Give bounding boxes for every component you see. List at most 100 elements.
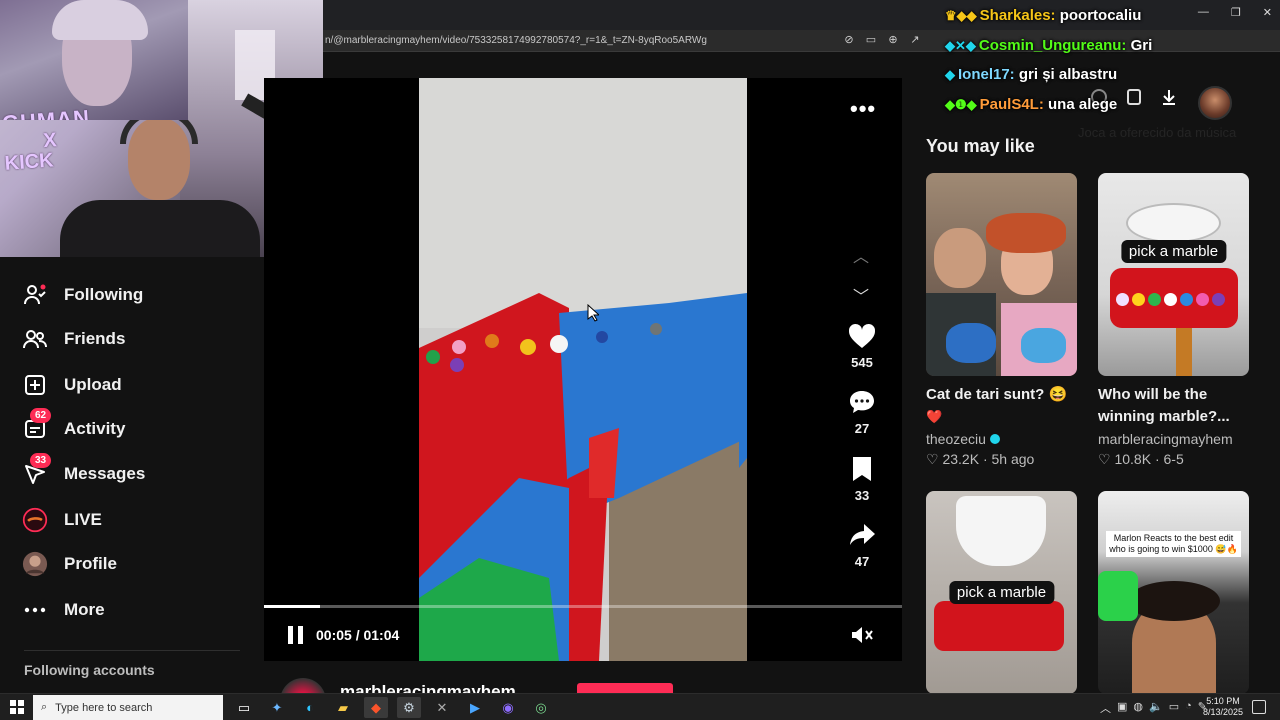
card-likes: 10.8K bbox=[1114, 451, 1152, 467]
video-frame[interactable] bbox=[419, 78, 747, 661]
verified-badge-icon bbox=[989, 434, 1000, 444]
background-faded-text: Joca a oferecido da música bbox=[1078, 125, 1236, 140]
comment-action[interactable]: 27 bbox=[840, 389, 884, 436]
secondary-webcam: GHMAN bbox=[0, 0, 188, 120]
sidebar-item-more[interactable]: More bbox=[22, 596, 105, 624]
maximize-icon[interactable]: ❐ bbox=[1231, 6, 1241, 19]
heart-outline-icon: ♡ bbox=[926, 451, 939, 467]
sidebar-item-label: Upload bbox=[64, 375, 122, 394]
steam-icon[interactable]: ⚙ bbox=[397, 697, 421, 718]
marble-track-scene bbox=[419, 78, 747, 661]
share-count: 47 bbox=[854, 554, 870, 569]
taskbar-search-input[interactable]: ⌕ Type here to search bbox=[33, 695, 223, 720]
mute-tab-icon[interactable]: ⊘ bbox=[842, 33, 856, 47]
browser-app-icon[interactable]: ◆ bbox=[364, 697, 388, 718]
card-title-line: winning marble?... bbox=[1098, 408, 1230, 425]
recommended-video-card[interactable]: Marlon Reacts to the best edit who is go… bbox=[1098, 491, 1249, 694]
sidebar-item-profile[interactable]: Profile bbox=[22, 550, 117, 578]
video-player[interactable] bbox=[264, 78, 902, 661]
reader-mode-icon[interactable]: ▭ bbox=[864, 33, 878, 47]
live-icon bbox=[22, 507, 48, 533]
search-icon: ⌕ bbox=[41, 701, 48, 713]
tray-app-icon[interactable]: ▣ bbox=[1117, 700, 1127, 716]
card-title-line: Who will be the bbox=[1098, 386, 1208, 403]
app-icon[interactable]: ✕ bbox=[430, 697, 454, 718]
share-icon[interactable]: ↗ bbox=[908, 33, 922, 47]
bookmark-icon[interactable] bbox=[848, 456, 876, 482]
chat-badge-icons: ◆❶◆ bbox=[945, 97, 977, 112]
sidebar-item-upload[interactable]: Upload bbox=[22, 371, 122, 399]
card-title-line: Cat de tari sunt? 😆 bbox=[926, 386, 1068, 403]
comment-icon[interactable] bbox=[848, 389, 876, 415]
clock-time: 5:10 PM bbox=[1206, 696, 1240, 706]
chat-username: PaulS4L: bbox=[979, 96, 1044, 113]
video-progress-fill bbox=[264, 605, 320, 608]
sidebar-item-activity[interactable]: 62 Activity bbox=[22, 408, 125, 443]
download-icon[interactable] bbox=[1160, 88, 1178, 111]
separator: · bbox=[1154, 451, 1160, 467]
comment-count: 27 bbox=[854, 421, 870, 436]
heart-icon[interactable] bbox=[848, 323, 876, 349]
sidebar-item-live[interactable]: LIVE bbox=[22, 506, 102, 534]
share-action[interactable]: 47 bbox=[840, 522, 884, 569]
video-thumbnail[interactable] bbox=[926, 173, 1077, 376]
sidebar-item-following[interactable]: Following bbox=[22, 281, 143, 309]
pause-icon[interactable] bbox=[286, 624, 306, 646]
next-video-arrow-icon[interactable]: ﹀ bbox=[853, 283, 869, 307]
speaker-icon[interactable]: 🔈 bbox=[1149, 700, 1163, 716]
media-player-icon[interactable]: ▶ bbox=[463, 697, 487, 718]
copilot-icon[interactable]: ✦ bbox=[265, 697, 289, 718]
profile-avatar bbox=[22, 551, 48, 577]
mouse-cursor-icon bbox=[587, 303, 601, 327]
messages-badge: 33 bbox=[30, 453, 52, 468]
previous-video-arrow-icon[interactable]: ︿ bbox=[853, 243, 869, 267]
webcam-overlay-text-2: X KICK bbox=[3, 129, 59, 175]
like-action[interactable]: 545 bbox=[840, 323, 884, 370]
sidebar-item-messages[interactable]: 33 Messages bbox=[22, 453, 146, 488]
network-icon[interactable]: ▭ bbox=[1169, 700, 1179, 716]
video-thumbnail[interactable]: pick a marble bbox=[926, 491, 1077, 694]
url-text[interactable]: n/@marbleracingmayhem/video/753325817499… bbox=[325, 35, 707, 46]
video-thumbnail[interactable]: Marlon Reacts to the best edit who is go… bbox=[1098, 491, 1249, 694]
thumb-hair bbox=[986, 213, 1066, 253]
discord-icon[interactable]: ◉ bbox=[496, 697, 520, 718]
tray-app-icon[interactable]: ◔ bbox=[1185, 700, 1192, 716]
tray-app-icon[interactable]: ◍ bbox=[1133, 700, 1143, 716]
video-progress-bar[interactable] bbox=[264, 605, 902, 608]
windows-start-icon[interactable] bbox=[10, 700, 24, 714]
recommended-video-card[interactable]: pick a marble bbox=[926, 491, 1077, 694]
notification-center-icon[interactable] bbox=[1252, 700, 1266, 714]
sidebar-item-label: Profile bbox=[64, 554, 117, 573]
card-title[interactable]: Cat de tari sunt? 😆 ❤️ bbox=[926, 384, 1077, 428]
card-title[interactable]: Who will be the winning marble?... bbox=[1098, 384, 1249, 428]
save-page-icon[interactable] bbox=[1126, 88, 1142, 111]
overlay-text-line: KICK bbox=[3, 149, 55, 175]
card-author[interactable]: theozeciu bbox=[926, 431, 1077, 447]
minimize-icon[interactable]: — bbox=[1198, 6, 1209, 19]
sidebar-item-label: Messages bbox=[64, 464, 146, 483]
thumb-marbles bbox=[1116, 293, 1234, 309]
taskbar-clock[interactable]: 5:10 PM 8/13/2025 bbox=[1200, 696, 1246, 718]
thumb-caption: pick a marble bbox=[1120, 240, 1227, 263]
sidebar-item-friends[interactable]: Friends bbox=[22, 325, 125, 353]
chat-message: ◆ Ionel17: gri și albastru bbox=[945, 66, 1117, 83]
volume-icon[interactable] bbox=[850, 625, 874, 645]
zoom-icon[interactable]: ⊕ bbox=[886, 33, 900, 47]
card-author[interactable]: marbleracingmayhem bbox=[1098, 431, 1249, 447]
edge-icon[interactable]: ◐ bbox=[298, 697, 322, 718]
chrome-icon[interactable]: ◎ bbox=[529, 697, 553, 718]
video-more-options-icon[interactable]: ••• bbox=[850, 96, 876, 122]
recommended-video-card[interactable]: Cat de tari sunt? 😆 ❤️ theozeciu ♡ 23.2K… bbox=[926, 173, 1077, 468]
save-action[interactable]: 33 bbox=[840, 456, 884, 503]
sidebar-item-label: More bbox=[64, 600, 105, 619]
video-thumbnail[interactable]: pick a marble bbox=[1098, 173, 1249, 376]
task-view-icon[interactable]: ▭ bbox=[232, 697, 256, 718]
recommended-video-card[interactable]: pick a marble Who will be the winning ma… bbox=[1098, 173, 1249, 468]
close-icon[interactable]: ✕ bbox=[1263, 6, 1272, 19]
tray-chevron-icon[interactable]: ︿ bbox=[1100, 700, 1111, 716]
screen: — ❐ ✕ n/@marbleracingmayhem/video/753325… bbox=[0, 0, 1280, 720]
user-avatar[interactable] bbox=[1198, 86, 1232, 120]
share-arrow-icon[interactable] bbox=[848, 522, 876, 548]
file-explorer-icon[interactable]: ▰ bbox=[331, 697, 355, 718]
chat-badge-icons: ♛◆◆ bbox=[945, 8, 977, 23]
